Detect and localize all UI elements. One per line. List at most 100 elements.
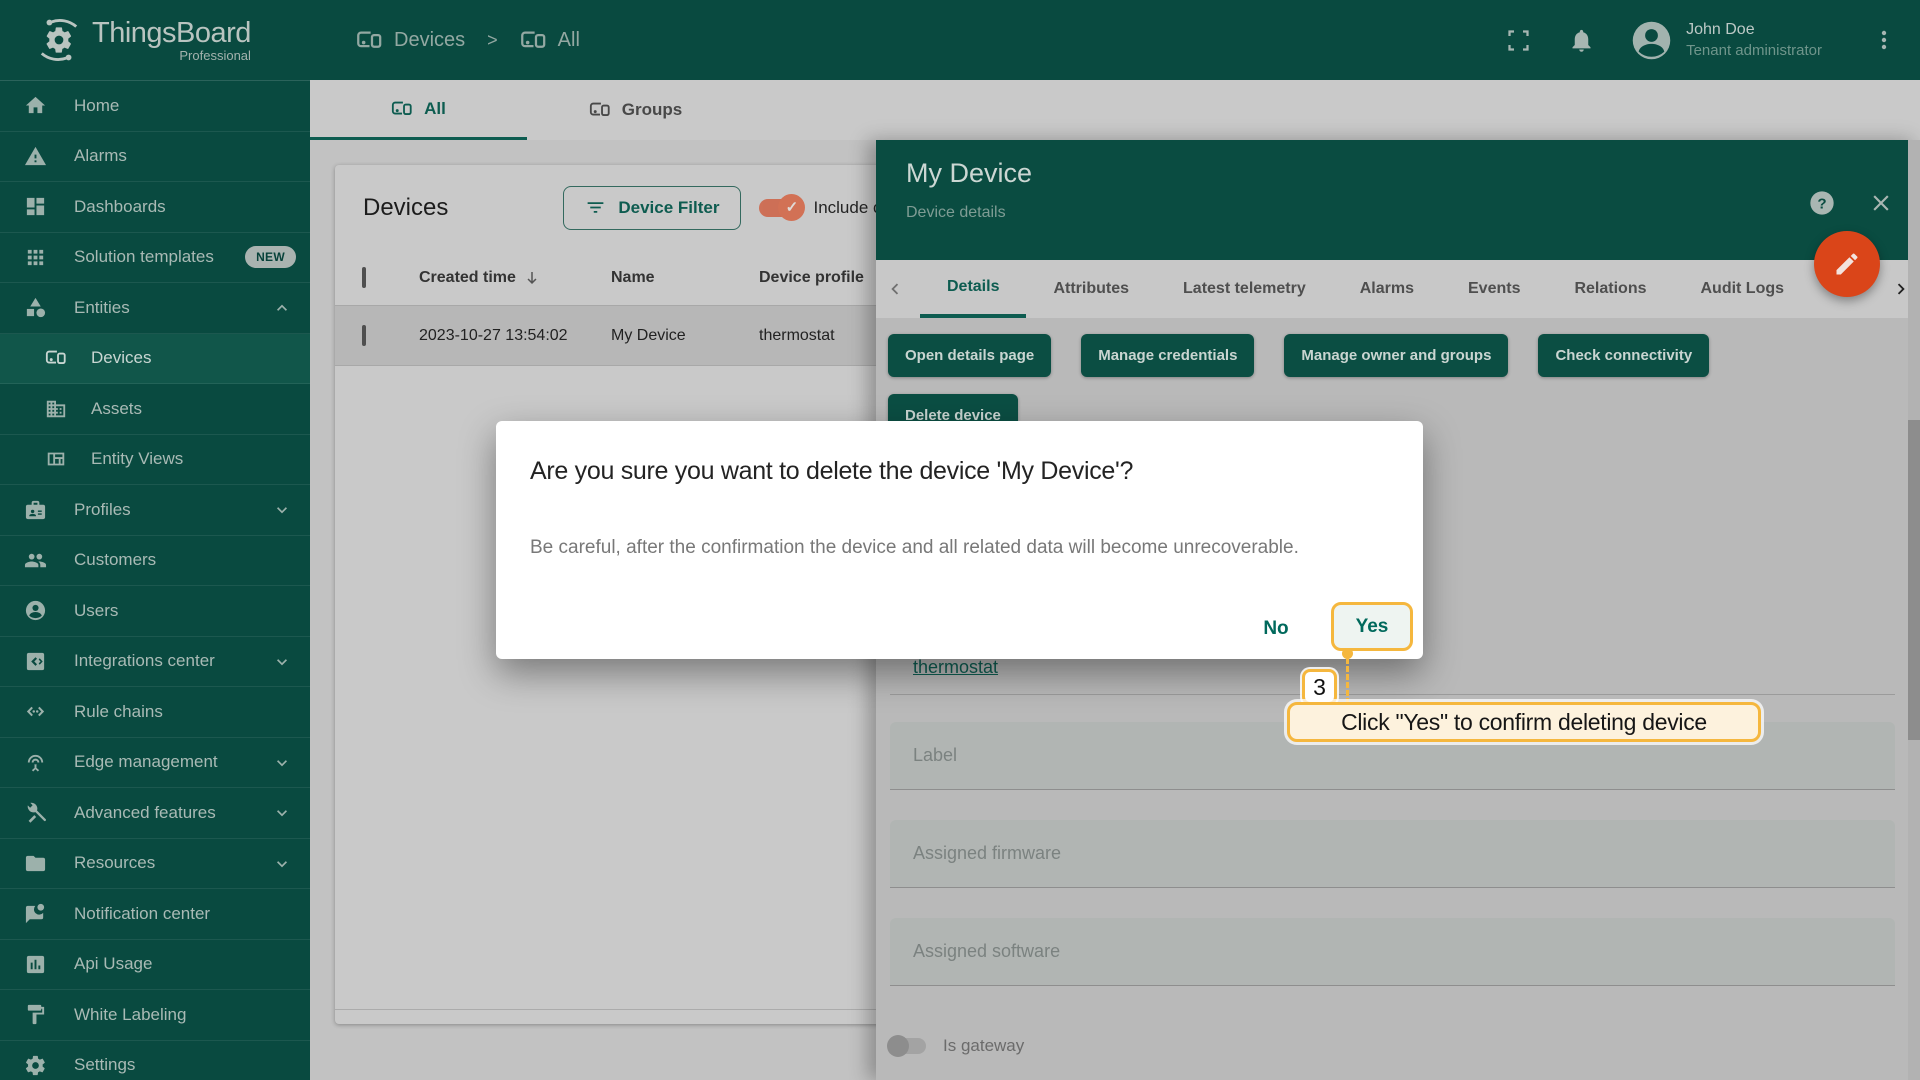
help-button[interactable]: ?: [1808, 189, 1836, 217]
paint-icon: [24, 1003, 47, 1026]
sidebar-item-solution-templates[interactable]: Solution templatesNEW: [0, 233, 310, 284]
badge-icon: [24, 498, 47, 521]
more-menu-button[interactable]: [1872, 28, 1896, 52]
sidebar-item-label: Settings: [74, 1055, 135, 1075]
close-panel-button[interactable]: [1868, 190, 1894, 216]
fullscreen-icon: [1505, 27, 1532, 54]
expand-toggle[interactable]: [272, 753, 292, 773]
app-logo[interactable]: ThingsBoard Professional: [0, 0, 310, 81]
is-gateway-toggle[interactable]: Is gateway: [890, 1036, 1024, 1056]
user-menu[interactable]: John Doe Tenant administrator: [1686, 21, 1822, 59]
sidebar-nav: HomeAlarms Dashboards Solution templatesNE…: [0, 81, 310, 1080]
entity-tabbar: AllGroups: [310, 80, 1920, 140]
breadcrumb-devices[interactable]: Devices: [356, 27, 465, 54]
notifications-button[interactable]: [1568, 27, 1595, 54]
sidebar-item-integrations-center[interactable]: Integrations center: [0, 637, 310, 688]
apps-icon: [24, 246, 47, 269]
panel-subtitle: Device details: [906, 204, 1006, 222]
sidebar-item-home[interactable]: Home: [0, 81, 310, 132]
sidebar-item-label: Rule chains: [74, 702, 163, 722]
sidebar-item-notification-center[interactable]: Notification center: [0, 889, 310, 940]
sidebar-item-resources[interactable]: Resources: [0, 839, 310, 890]
sidebar-item-advanced-features[interactable]: Advanced features: [0, 788, 310, 839]
sidebar-item-users[interactable]: Users: [0, 586, 310, 637]
panel-header: My Device Device details ?: [876, 140, 1920, 260]
expand-toggle[interactable]: [272, 854, 292, 874]
sidebar: ThingsBoard Professional HomeAlarms Dashb…: [0, 0, 310, 1080]
field-divider: [890, 694, 1895, 695]
expand-toggle[interactable]: [272, 652, 292, 672]
sidebar-item-entities[interactable]: Entities: [0, 283, 310, 334]
app-name: ThingsBoard: [92, 17, 251, 50]
fullscreen-button[interactable]: [1505, 27, 1532, 54]
sidebar-item-edge-management[interactable]: Edge management: [0, 738, 310, 789]
sidebar-item-dashboards[interactable]: Dashboards: [0, 182, 310, 233]
user-avatar[interactable]: [1629, 18, 1674, 63]
panel-title: My Device: [906, 158, 1032, 189]
sidebar-item-label: Edge management: [74, 752, 218, 772]
gateway-toggle-thumb: [887, 1035, 909, 1057]
expand-toggle[interactable]: [272, 298, 292, 318]
sidebar-item-alarms[interactable]: Alarms: [0, 132, 310, 183]
row-checkbox[interactable]: [362, 325, 366, 346]
sidebar-item-label: Dashboards: [74, 197, 166, 217]
sidebar-item-white-labeling[interactable]: White Labeling: [0, 990, 310, 1041]
sidebar-item-rule-chains[interactable]: Rule chains: [0, 687, 310, 738]
kebab-icon: [1872, 28, 1896, 52]
sidebar-item-assets[interactable]: Assets: [0, 384, 310, 435]
svg-text:?: ?: [1817, 195, 1826, 212]
sidebar-item-settings[interactable]: Settings: [0, 1041, 310, 1080]
no-button[interactable]: No: [1241, 609, 1311, 649]
chevron-down-icon: [272, 652, 292, 672]
open-details-page-button[interactable]: Open details page: [888, 334, 1051, 377]
panel-tab-attributes[interactable]: Attributes: [1026, 260, 1156, 318]
tabs-scroll-left-button[interactable]: [884, 278, 906, 300]
tab-all[interactable]: All: [310, 80, 527, 140]
panel-tab-audit-logs[interactable]: Audit Logs: [1673, 260, 1811, 318]
column-header-created-time[interactable]: Created time: [419, 269, 611, 287]
panel-tab-events[interactable]: Events: [1441, 260, 1547, 318]
sidebar-item-customers[interactable]: Customers: [0, 536, 310, 587]
annotation-step-badge: 3: [1302, 669, 1337, 705]
select-all-checkbox[interactable]: [362, 267, 366, 288]
yes-button-highlight: Yes: [1331, 602, 1413, 651]
breadcrumb-all[interactable]: All: [520, 27, 580, 54]
label-field-placeholder: Label: [913, 745, 957, 766]
device-filter-button[interactable]: Device Filter: [563, 186, 741, 230]
sidebar-item-api-usage[interactable]: Api Usage: [0, 940, 310, 991]
device-profile-link[interactable]: thermostat: [913, 657, 998, 678]
scrollbar-thumb[interactable]: [1908, 420, 1920, 740]
check-icon: ✓: [778, 194, 805, 221]
tabs-scroll-right-button[interactable]: [1890, 278, 1912, 300]
arrow-down-icon: [523, 269, 541, 287]
bell-icon: [1568, 27, 1595, 54]
header-actions: John Doe Tenant administrator: [1505, 18, 1896, 63]
assigned-firmware-field[interactable]: Assigned firmware: [890, 820, 1895, 888]
sidebar-item-profiles[interactable]: Profiles: [0, 485, 310, 536]
expand-toggle[interactable]: [272, 500, 292, 520]
sidebar-item-label: Integrations center: [74, 651, 215, 671]
app-edition: Professional: [92, 48, 251, 63]
home-icon: [24, 94, 47, 117]
check-connectivity-button[interactable]: Check connectivity: [1538, 334, 1709, 377]
manage-credentials-button[interactable]: Manage credentials: [1081, 334, 1254, 377]
sidebar-item-devices[interactable]: Devices: [0, 334, 310, 385]
edit-device-fab[interactable]: [1814, 231, 1880, 297]
tab-groups[interactable]: Groups: [527, 80, 744, 140]
column-header-name[interactable]: Name: [611, 269, 759, 287]
chevron-down-icon: [272, 753, 292, 773]
manage-owner-and-groups-button[interactable]: Manage owner and groups: [1284, 334, 1508, 377]
panel-tab-alarms[interactable]: Alarms: [1333, 260, 1441, 318]
sidebar-item-entity-views[interactable]: Entity Views: [0, 435, 310, 486]
panel-tab-relations[interactable]: Relations: [1547, 260, 1673, 318]
thingsboard-app: ThingsBoard Professional HomeAlarmsDashb…: [0, 0, 1920, 1080]
panel-tab-details[interactable]: Details: [920, 260, 1026, 318]
panel-tab-latest-telemetry[interactable]: Latest telemetry: [1156, 260, 1333, 318]
yes-button[interactable]: Yes: [1350, 615, 1395, 639]
cell: My Device: [611, 327, 759, 345]
assigned-software-field[interactable]: Assigned software: [890, 918, 1895, 986]
dialog-title: Are you sure you want to delete the devi…: [530, 457, 1133, 486]
annotation-anchor-dot: [1342, 648, 1353, 659]
sidebar-item-label: Users: [74, 601, 118, 621]
expand-toggle[interactable]: [272, 803, 292, 823]
